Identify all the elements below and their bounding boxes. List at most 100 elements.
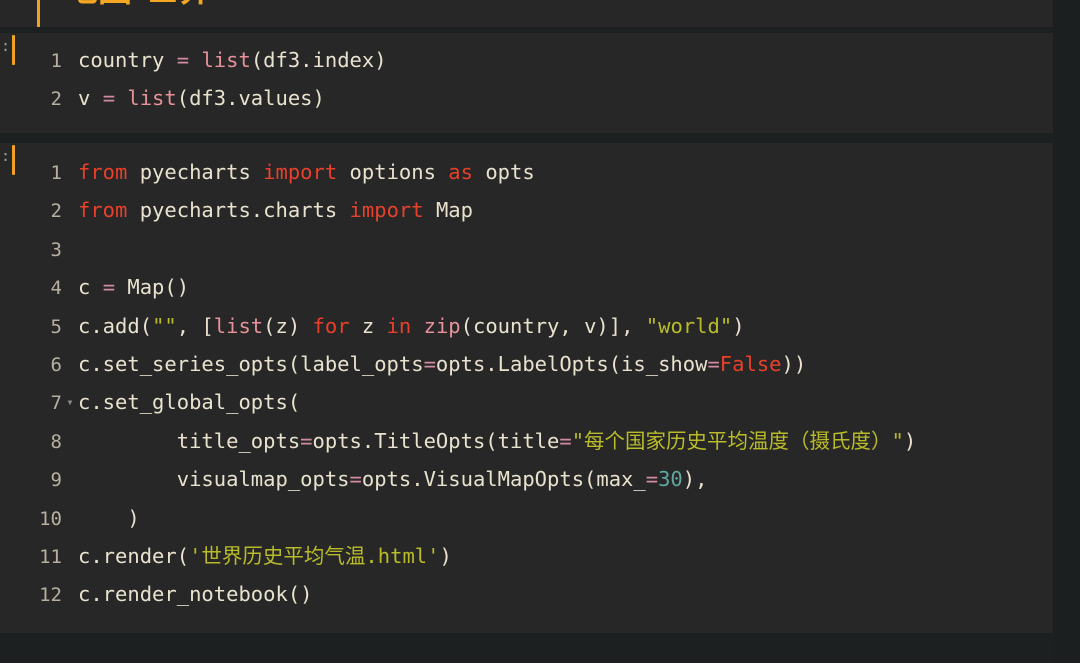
code-source-text: ) bbox=[78, 505, 140, 530]
code-token: (df3.index) bbox=[250, 48, 387, 72]
line-number: 7 bbox=[50, 392, 62, 415]
code-line: 5 c.add("", [list(z) for z in zip(country… bbox=[26, 307, 1053, 345]
code-token: opts.VisualMapOpts(max_ bbox=[361, 467, 646, 492]
code-source-text: c.set_series_opts(label_opts =opts.LabelO… bbox=[78, 352, 806, 376]
line-number: 12 bbox=[39, 584, 62, 607]
code-token: ) bbox=[732, 313, 745, 338]
code-token: pyecharts bbox=[127, 160, 264, 184]
code-token: )) bbox=[781, 351, 807, 376]
code-token: c.set_series_opts(label_opts bbox=[78, 351, 424, 376]
line-number: 6 bbox=[50, 353, 62, 376]
code-cell-2-active-bar bbox=[12, 145, 15, 175]
code-token: Map() bbox=[115, 275, 190, 300]
code-token: Map bbox=[423, 198, 473, 223]
notebook-page: 地图 世界 : 1country = list(df3.index)2v = l… bbox=[0, 0, 1080, 663]
code-token: opts bbox=[472, 160, 535, 184]
code-token: (z) bbox=[263, 313, 313, 338]
line-number: 3 bbox=[50, 238, 62, 261]
code-token: "" bbox=[152, 313, 177, 338]
code-token: v bbox=[78, 86, 103, 111]
code-cell-1-source[interactable]: 1 country = list(df3.index) 2 v = list(df3.… bbox=[26, 41, 1053, 118]
code-line: 1 from pyecharts import options as opts bbox=[26, 153, 1053, 191]
code-token: list bbox=[213, 313, 264, 338]
code-token: opts.TitleOpts(title bbox=[312, 428, 560, 453]
code-cell-2-prompt: : bbox=[1, 147, 11, 165]
line-number: 2 bbox=[50, 200, 62, 223]
code-line: 9 visualmap_opts=opts.VisualMapOpts(max_… bbox=[26, 460, 1053, 498]
code-token: c.set_global_opts( bbox=[78, 390, 301, 415]
code-token: = bbox=[349, 467, 362, 492]
code-token: import bbox=[349, 198, 424, 223]
code-token: ) bbox=[439, 543, 452, 568]
markdown-heading: 地图 世界 bbox=[64, 0, 212, 10]
next-cell-edge bbox=[0, 633, 1053, 663]
line-number: 2 bbox=[50, 88, 62, 111]
code-token: opts.LabelOpts(is_show bbox=[435, 351, 708, 376]
code-token: '世界历史平均气温.html' bbox=[189, 543, 440, 568]
code-token: as bbox=[448, 160, 473, 184]
code-source-text: c.set_global_opts( bbox=[78, 390, 300, 414]
code-token: = bbox=[102, 275, 116, 300]
code-token: c.render( bbox=[78, 543, 190, 568]
line-number: 8 bbox=[50, 430, 62, 453]
line-number: 5 bbox=[50, 315, 62, 338]
code-source-text: title_opts=opts.TitleOpts(title="每个国家历史平… bbox=[78, 428, 917, 453]
code-token: = bbox=[176, 48, 190, 72]
code-cell-1[interactable]: : 1 country = list(df3.index) 2 v = list(df… bbox=[0, 33, 1053, 133]
code-token: zip bbox=[423, 313, 461, 338]
code-source-text: c = Map() bbox=[78, 275, 189, 299]
code-token: pyecharts.charts bbox=[127, 198, 350, 223]
line-number: 4 bbox=[50, 277, 62, 300]
code-token: ), bbox=[682, 467, 708, 492]
code-cell-2-gutter: : bbox=[0, 143, 26, 633]
code-token: = bbox=[645, 467, 659, 492]
code-source-text: visualmap_opts=opts.VisualMapOpts(max_=3… bbox=[78, 467, 708, 492]
code-source-text: v = list(df3.values) bbox=[78, 86, 325, 110]
code-source-text: c.add("", [list(z) for z in zip(country,… bbox=[78, 314, 745, 338]
code-token: c.add( bbox=[78, 313, 153, 338]
code-fold-toggle-icon[interactable]: ▾ bbox=[62, 383, 78, 421]
code-line: 7 ▾ c.set_global_opts( bbox=[26, 383, 1053, 421]
code-token: = bbox=[559, 428, 572, 453]
code-cell-1-active-bar bbox=[12, 35, 15, 65]
code-token: c.render_notebook() bbox=[78, 582, 313, 607]
code-token: options bbox=[337, 160, 449, 184]
code-token: import bbox=[263, 160, 338, 184]
code-token: "每个国家历史平均温度（摄氏度）" bbox=[571, 428, 904, 453]
code-line: 3 bbox=[26, 230, 1053, 268]
code-token: False bbox=[719, 351, 782, 376]
code-source-text: c.render_notebook() bbox=[78, 582, 313, 606]
code-line: 10 ) bbox=[26, 499, 1053, 537]
code-token: country bbox=[78, 48, 177, 72]
code-token: = bbox=[707, 351, 720, 376]
line-number: 1 bbox=[50, 50, 62, 72]
code-token: z bbox=[349, 313, 387, 338]
code-line: 8 title_opts=opts.TitleOpts(title="每个国家历… bbox=[26, 422, 1053, 460]
code-cell-1-gutter: : bbox=[0, 33, 26, 133]
code-token: (country, v)], bbox=[460, 313, 646, 338]
code-cell-2-source[interactable]: 1 from pyecharts import options as opts 2 f… bbox=[26, 153, 1053, 614]
code-token: title_opts bbox=[78, 428, 301, 453]
line-number: 11 bbox=[39, 545, 62, 568]
code-line: 6 c.set_series_opts(label_opts =opts.Label… bbox=[26, 345, 1053, 383]
code-line: 4 c = Map() bbox=[26, 268, 1053, 306]
code-cell-2[interactable]: : 1 from pyecharts import options as opts… bbox=[0, 143, 1053, 633]
code-token: ) bbox=[903, 428, 917, 453]
code-line: 1 country = list(df3.index) bbox=[26, 41, 1053, 79]
code-token: for bbox=[312, 313, 350, 338]
code-source-text: from pyecharts import options as opts bbox=[78, 160, 535, 184]
code-source-text: from pyecharts.charts import Map bbox=[78, 198, 473, 222]
code-cell-1-prompt: : bbox=[1, 37, 11, 55]
code-token: (df3.values) bbox=[176, 86, 325, 111]
code-token: "world" bbox=[645, 313, 733, 338]
code-line: 12 c.render_notebook() bbox=[26, 575, 1053, 613]
code-source-text: country = list(df3.index) bbox=[78, 48, 387, 72]
code-token: ) bbox=[78, 505, 140, 530]
code-token: list bbox=[127, 86, 177, 111]
code-token: in bbox=[386, 313, 412, 338]
code-line: 2 v = list(df3.values) bbox=[26, 79, 1053, 117]
code-token: , [ bbox=[176, 313, 214, 338]
